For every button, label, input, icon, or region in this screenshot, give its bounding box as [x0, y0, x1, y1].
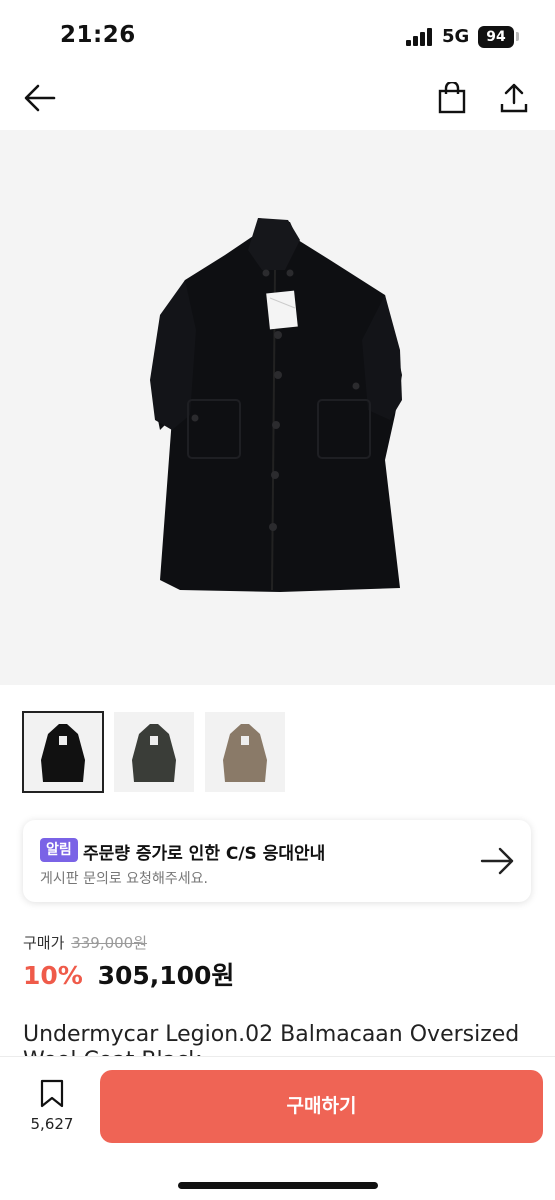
back-arrow-icon[interactable]	[20, 78, 60, 118]
product-image[interactable]	[0, 130, 555, 685]
network-label: 5G	[442, 26, 470, 47]
notice-card[interactable]: 알림 주문량 증가로 인한 C/S 응대안내 게시판 문의로 요청해주세요.	[23, 820, 531, 902]
price-label: 구매가 339,000원	[23, 932, 147, 953]
thumbnail-taupe[interactable]	[205, 712, 285, 792]
like-count: 5,627	[30, 1115, 74, 1133]
buy-button[interactable]: 구매하기	[100, 1070, 543, 1143]
final-price: 305,100원	[97, 961, 235, 990]
status-bar: 21:26 5G 94	[0, 0, 555, 70]
home-indicator	[178, 1182, 378, 1189]
nav-bar	[0, 70, 555, 130]
notice-title: 주문량 증가로 인한 C/S 응대안내	[83, 844, 326, 864]
battery-cap	[516, 32, 519, 41]
coat-illustration	[150, 218, 402, 592]
status-time: 21:26	[60, 22, 136, 48]
discount-rate: 10%	[23, 961, 83, 990]
notice-badge: 알림	[40, 838, 78, 862]
price-row: 10% 305,100원	[23, 956, 234, 992]
shopping-bag-icon[interactable]	[432, 78, 472, 118]
purchase-price-label: 구매가	[23, 934, 65, 952]
notice-subtitle: 게시판 문의로 요청해주세요.	[40, 871, 208, 887]
thumbnail-black[interactable]	[22, 711, 104, 793]
thumbnail-charcoal[interactable]	[114, 712, 194, 792]
signal-icon	[406, 28, 436, 46]
share-icon[interactable]	[494, 78, 534, 118]
like-button[interactable]: 5,627	[22, 1079, 82, 1139]
battery-icon: 94	[478, 26, 514, 48]
original-price: 339,000원	[71, 934, 148, 952]
arrow-right-icon[interactable]	[479, 845, 517, 877]
bottom-bar: 5,627 구매하기	[0, 1056, 555, 1200]
bookmark-icon	[40, 1079, 64, 1108]
